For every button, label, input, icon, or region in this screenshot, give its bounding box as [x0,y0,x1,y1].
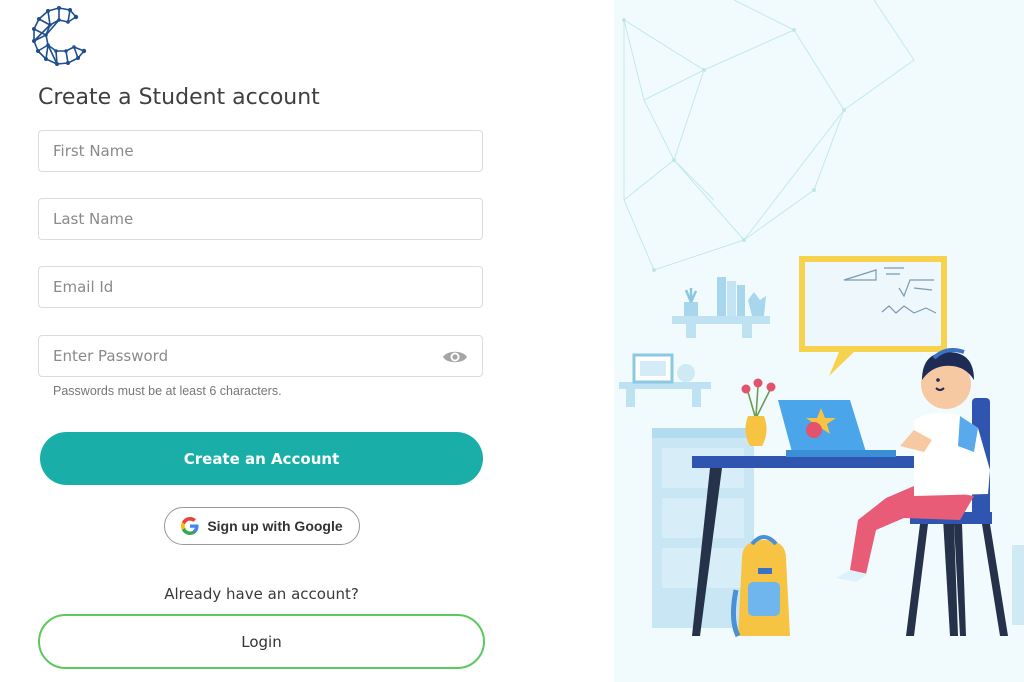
student-illustration [619,0,1024,638]
google-button-label: Sign up with Google [207,518,343,534]
last-name-field [38,198,483,240]
flower-vase-illustration [741,378,776,446]
last-name-input[interactable] [39,199,433,239]
trash-bin-illustration [1012,545,1024,625]
wall-shelf-illustration [672,277,770,338]
whiteboard-illustration [799,256,947,376]
password-input[interactable] [39,336,433,376]
google-icon [181,517,199,535]
email-field [38,266,483,308]
password-field [38,335,483,377]
google-signup-button[interactable]: Sign up with Google [164,507,360,545]
network-dots-decoration [622,18,846,272]
brand-logo-icon [32,6,87,66]
page-title: Create a Student account [38,85,320,110]
login-prompt: Already have an account? [164,585,359,603]
create-account-button[interactable]: Create an Account [40,432,483,485]
illustration-panel [614,0,1024,682]
network-lines-decoration [623,0,915,271]
eye-icon[interactable] [442,348,468,366]
frame-shelf-illustration [619,353,711,407]
first-name-field [38,130,483,172]
laptop-illustration [778,400,896,457]
password-hint: Passwords must be at least 6 characters. [53,384,282,398]
first-name-input[interactable] [39,131,433,171]
email-input[interactable] [39,267,433,307]
signup-panel: Create a Student account Passwords must … [0,0,614,682]
login-button[interactable]: Login [38,614,485,669]
